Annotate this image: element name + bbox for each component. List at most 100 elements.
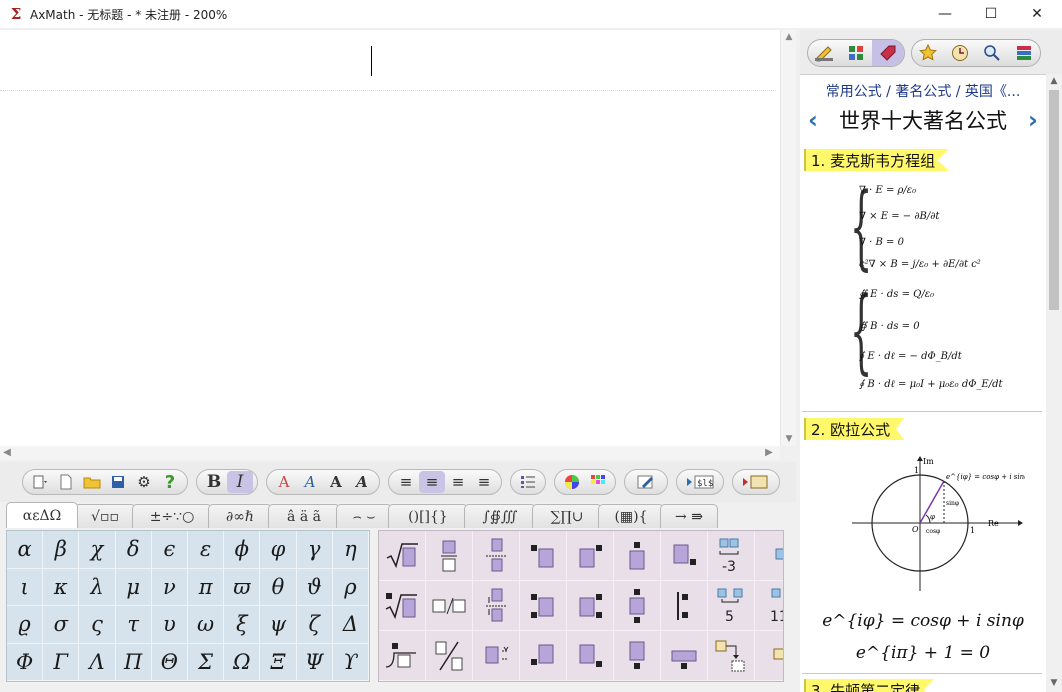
symbol-vartheta[interactable]: ϑ [296,568,333,606]
template-eleven[interactable]: 11 [755,581,783,631]
text-style-a-icon[interactable]: A [271,471,297,493]
template-bar-scripts[interactable] [661,581,708,631]
template-limits[interactable] [473,631,520,681]
bold-button[interactable]: B [201,471,227,493]
template-subscript-right[interactable] [661,531,708,581]
edit-pencil-icon[interactable] [629,471,663,493]
template-long-division[interactable] [379,631,426,681]
symbol-beta[interactable]: β [43,531,80,569]
color-wheel-icon[interactable] [559,471,585,493]
symbol-varphi[interactable]: φ [260,531,297,569]
symbol-Gamma[interactable]: Γ [43,643,80,681]
symbol-Psi[interactable]: Ψ [296,643,333,681]
library-books-icon[interactable] [1008,40,1040,66]
minimize-button[interactable]: — [922,0,968,28]
tab-arrows[interactable]: → ⇛ [660,504,718,528]
symbol-Lambda[interactable]: Λ [79,643,116,681]
formula-book-icon[interactable] [737,471,775,493]
symbol-chi[interactable]: χ [79,531,116,569]
formula-item-label-3[interactable]: 3. 牛顿第二定律 [804,679,935,692]
help-icon[interactable]: ? [157,471,183,493]
open-folder-icon[interactable] [79,471,105,493]
template-five[interactable]: 5 [708,581,755,631]
template-right-scripts[interactable] [567,581,614,631]
editor-vertical-scrollbar[interactable]: ▲ ▼ [780,30,796,446]
tab-accents[interactable]: â ä ã [268,504,340,528]
symbol-epsilon[interactable]: ϵ [151,531,188,569]
pencil-edit-icon[interactable] [808,40,840,66]
sidebar-scroll-thumb[interactable] [1049,90,1059,310]
template-superscript-right[interactable] [567,531,614,581]
template-slash-fraction[interactable] [426,581,473,631]
sidebar-scrollbar[interactable]: ▲ ▼ [1046,74,1062,692]
template-minus3[interactable]: -3 [708,531,755,581]
symbol-upsilon[interactable]: υ [151,606,188,644]
symbol-nu[interactable]: ν [151,568,188,606]
italic-button[interactable]: I [227,471,253,493]
symbol-theta[interactable]: θ [260,568,297,606]
template-under[interactable] [614,631,661,681]
euler-identity[interactable]: e^{iπ} + 1 = 0 [800,643,1046,663]
sidebar-scroll-up-icon[interactable]: ▲ [1046,76,1062,86]
symbol-Pi[interactable]: Π [115,643,152,681]
tab-integrals[interactable]: ∫∯∭ [464,504,536,528]
template-subscript-right2[interactable] [567,631,614,681]
history-clock-icon[interactable] [944,40,976,66]
template-over[interactable] [614,531,661,581]
template-underbar[interactable] [661,631,708,681]
settings-gear-icon[interactable]: ⚙ [131,471,157,493]
formula-item-label-1[interactable]: 1. 麦克斯韦方程组 [804,149,950,171]
template-fraction[interactable] [426,531,473,581]
scroll-down-arrow-icon[interactable]: ▼ [781,432,797,446]
numbered-list-icon[interactable] [515,471,541,493]
symbol-rho[interactable]: ρ [332,568,369,606]
template-subscript-left[interactable] [520,631,567,681]
grid-apps-icon[interactable] [840,40,872,66]
template-partial-edge[interactable] [755,531,783,581]
symbol-phi[interactable]: ϕ [224,531,261,569]
tab-special[interactable]: ∂∞ℏ [208,504,272,528]
euler-unit-circle-diagram[interactable]: Im Re O 1 1 φ e^{iφ} = cosφ + i sinφ sin… [850,455,1025,593]
align-left-icon[interactable]: ≡ [393,471,419,493]
symbol-xi[interactable]: ξ [224,606,261,644]
new-menu-icon[interactable] [27,471,53,493]
tab-radicals[interactable]: √▫▫ [74,504,136,528]
bookmark-tag-icon[interactable] [872,40,904,66]
save-icon[interactable] [105,471,131,493]
symbol-mu[interactable]: μ [115,568,152,606]
euler-formula[interactable]: e^{iφ} = cosφ + i sinφ [800,611,1046,631]
maximize-button[interactable]: ☐ [968,0,1014,28]
symbol-alpha[interactable]: α [7,531,44,569]
symbol-Delta[interactable]: Δ [332,606,369,644]
color-grid-icon[interactable] [585,471,611,493]
symbol-varrho[interactable]: ϱ [7,606,44,644]
tab-brackets[interactable]: ()[]{} [388,504,468,528]
symbol-iota[interactable]: ι [7,568,44,606]
scroll-left-arrow-icon[interactable]: ◀ [0,446,14,460]
symbol-Xi[interactable]: Ξ [260,643,297,681]
symbol-psi[interactable]: ψ [260,606,297,644]
tab-sums[interactable]: ∑∏∪ [532,504,602,528]
template-bevelled-fraction[interactable] [426,631,473,681]
symbol-omega[interactable]: ω [188,606,225,644]
symbol-varepsilon[interactable]: ε [188,531,225,569]
search-icon[interactable] [976,40,1008,66]
align-center-icon[interactable]: ≡ [419,471,445,493]
symbol-gamma[interactable]: γ [296,531,333,569]
symbol-eta[interactable]: η [332,531,369,569]
next-section-icon[interactable]: › [1020,106,1046,134]
tab-arcs[interactable]: ⌢ ⌣ [336,504,392,528]
symbol-zeta[interactable]: ζ [296,606,333,644]
bold-a-icon[interactable]: A [323,471,349,493]
math-italic-a-icon[interactable]: A [297,471,323,493]
formula-item-label-2[interactable]: 2. 欧拉公式 [804,418,905,440]
template-stack-arrows[interactable] [473,581,520,631]
editor-horizontal-scrollbar[interactable]: ◀ ▶ [0,446,780,460]
sidebar-scroll-down-icon[interactable]: ▼ [1046,678,1062,688]
template-superscript-left[interactable] [520,531,567,581]
symbol-Theta[interactable]: Θ [151,643,188,681]
template-over-under[interactable] [614,581,661,631]
tab-matrices[interactable]: (▦){ [598,504,664,528]
tab-operators[interactable]: ±÷∵○ [132,504,212,528]
symbol-Upsilon[interactable]: ϒ [332,643,369,681]
